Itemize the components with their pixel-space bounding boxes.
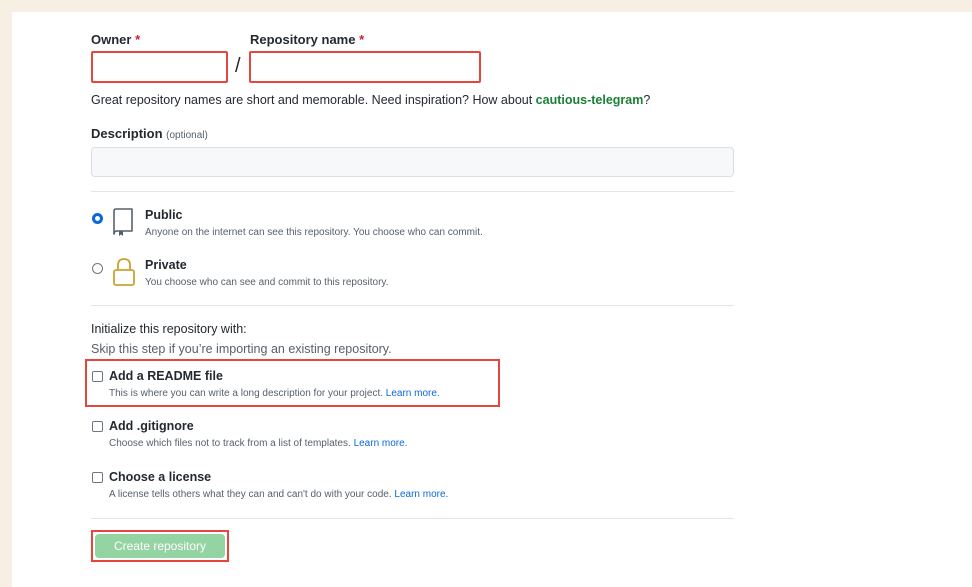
- init-subheading: Skip this step if you’re importing an ex…: [91, 342, 392, 356]
- create-repository-button[interactable]: Create repository: [95, 534, 225, 558]
- repo-icon: [112, 208, 134, 241]
- private-radio[interactable]: [92, 263, 103, 274]
- gitignore-learn-more-link[interactable]: Learn more.: [354, 438, 408, 449]
- license-checkbox[interactable]: [92, 472, 103, 483]
- license-description: A license tells others what they can and…: [109, 489, 449, 500]
- license-title: Choose a license: [109, 470, 212, 484]
- required-mark: *: [135, 32, 141, 47]
- readme-learn-more-link[interactable]: Learn more.: [386, 388, 440, 399]
- owner-select[interactable]: [91, 51, 228, 83]
- readme-description: This is where you can write a long descr…: [109, 388, 440, 399]
- readme-title: Add a README file: [109, 369, 223, 383]
- readme-highlight: [85, 359, 500, 407]
- owner-label: Owner *: [91, 32, 141, 47]
- public-title: Public: [145, 208, 183, 222]
- divider: [91, 191, 734, 192]
- name-suggestion-link[interactable]: cautious-telegram: [536, 93, 644, 107]
- gitignore-checkbox[interactable]: [92, 421, 103, 432]
- gitignore-title: Add .gitignore: [109, 419, 194, 433]
- repo-name-label: Repository name *: [250, 32, 365, 47]
- public-description: Anyone on the internet can see this repo…: [145, 227, 483, 238]
- public-radio[interactable]: [92, 213, 103, 224]
- description-label: Description (optional): [91, 126, 208, 141]
- form-panel: Owner * Repository name * / Great reposi…: [12, 12, 972, 587]
- repo-name-hint: Great repository names are short and mem…: [91, 93, 651, 107]
- divider: [91, 518, 734, 519]
- divider: [91, 305, 734, 306]
- create-button-highlight: Create repository: [91, 530, 229, 562]
- readme-checkbox[interactable]: [92, 371, 103, 382]
- gitignore-description: Choose which files not to track from a l…: [109, 438, 408, 449]
- optional-note: (optional): [166, 130, 208, 141]
- license-learn-more-link[interactable]: Learn more.: [394, 489, 448, 500]
- init-heading: Initialize this repository with:: [91, 322, 247, 336]
- repo-name-input[interactable]: [249, 51, 481, 83]
- private-description: You choose who can see and commit to thi…: [145, 277, 389, 288]
- description-input[interactable]: [91, 147, 734, 177]
- required-mark: *: [359, 32, 365, 47]
- private-title: Private: [145, 258, 187, 272]
- lock-icon: [112, 257, 136, 292]
- owner-repo-separator: /: [235, 55, 241, 77]
